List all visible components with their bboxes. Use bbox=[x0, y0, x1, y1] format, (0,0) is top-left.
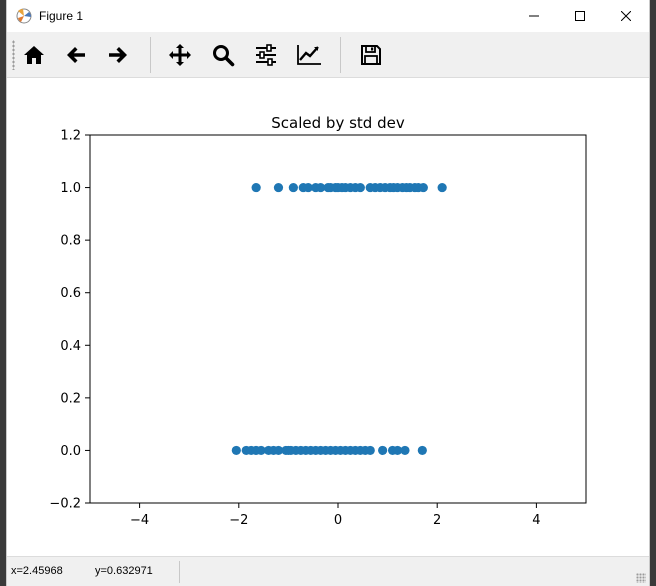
scatter-point bbox=[400, 445, 410, 456]
title-bar: Figure 1 bbox=[7, 0, 649, 32]
chart-title: Scaled by std dev bbox=[271, 114, 405, 132]
y-tick-label: 1.2 bbox=[60, 129, 81, 144]
subplots-button[interactable] bbox=[251, 40, 281, 70]
x-tick-label: 0 bbox=[334, 513, 342, 528]
move-icon bbox=[169, 44, 191, 66]
home-button[interactable] bbox=[19, 40, 49, 70]
window-controls bbox=[511, 0, 649, 32]
save-button[interactable] bbox=[356, 40, 386, 70]
scatter-point bbox=[418, 182, 428, 193]
scatter-plot[interactable]: −4 −2 0 2 4 −0.2 0.0 0.2 0.4 0.6 0.8 1.0 1.2 Scaled… bbox=[7, 78, 651, 556]
resize-grip-icon[interactable] bbox=[636, 573, 646, 583]
scatter-point bbox=[355, 182, 365, 193]
line-chart-icon bbox=[297, 45, 321, 65]
magnifier-icon bbox=[213, 45, 235, 67]
maximize-icon bbox=[575, 11, 585, 21]
scatter-point bbox=[251, 182, 261, 193]
y-tick-label: 1.0 bbox=[60, 181, 81, 196]
home-icon bbox=[24, 46, 44, 64]
window-title: Figure 1 bbox=[39, 9, 84, 23]
scatter-point bbox=[231, 445, 241, 456]
maximize-button[interactable] bbox=[557, 0, 603, 32]
arrow-left-icon bbox=[67, 47, 85, 63]
arrow-right-icon bbox=[109, 47, 127, 63]
navigation-toolbar bbox=[7, 32, 649, 78]
scatter-point bbox=[365, 445, 375, 456]
y-tick-label: 0.8 bbox=[60, 234, 81, 249]
edit-axis-button[interactable] bbox=[294, 40, 324, 70]
zoom-button[interactable] bbox=[208, 40, 238, 70]
status-divider bbox=[179, 561, 180, 583]
floppy-disk-icon bbox=[361, 45, 381, 65]
cursor-y-readout: y=0.632971 bbox=[95, 565, 153, 577]
y-tick-label: −0.2 bbox=[49, 497, 81, 512]
x-tick-label: 2 bbox=[433, 513, 441, 528]
toolbar-separator bbox=[340, 37, 341, 73]
close-icon bbox=[621, 11, 631, 21]
toolbar-separator bbox=[150, 37, 151, 73]
y-tick-label: 0.0 bbox=[60, 444, 81, 459]
minimize-icon bbox=[529, 15, 539, 17]
matplotlib-logo-icon bbox=[16, 8, 32, 24]
scatter-point bbox=[417, 445, 427, 456]
y-tick-label: 0.2 bbox=[60, 391, 81, 406]
x-tick-label: −4 bbox=[130, 513, 149, 528]
x-tick-label: −2 bbox=[229, 513, 248, 528]
x-tick-label: 4 bbox=[532, 513, 540, 528]
figure-window: Figure 1 −4 −2 0 2 4 −0.2 0.0 0.2 0.4 0.… bbox=[6, 0, 650, 586]
scatter-point bbox=[378, 445, 388, 456]
pan-button[interactable] bbox=[165, 40, 195, 70]
scatter-point bbox=[437, 182, 447, 193]
y-tick-label: 0.4 bbox=[60, 339, 81, 354]
figure-canvas[interactable]: −4 −2 0 2 4 −0.2 0.0 0.2 0.4 0.6 0.8 1.0 1.2 Scaled… bbox=[7, 78, 649, 556]
scatter-point bbox=[288, 182, 298, 193]
forward-button[interactable] bbox=[103, 40, 133, 70]
toolbar-grip[interactable] bbox=[12, 40, 15, 70]
back-button[interactable] bbox=[61, 40, 91, 70]
status-bar: x=2.45968 y=0.632971 bbox=[7, 556, 649, 586]
cursor-x-readout: x=2.45968 bbox=[11, 565, 63, 577]
scatter-point bbox=[273, 182, 284, 193]
minimize-button[interactable] bbox=[511, 0, 557, 32]
sliders-icon bbox=[256, 44, 276, 66]
close-button[interactable] bbox=[603, 0, 649, 32]
y-tick-label: 0.6 bbox=[60, 286, 81, 301]
